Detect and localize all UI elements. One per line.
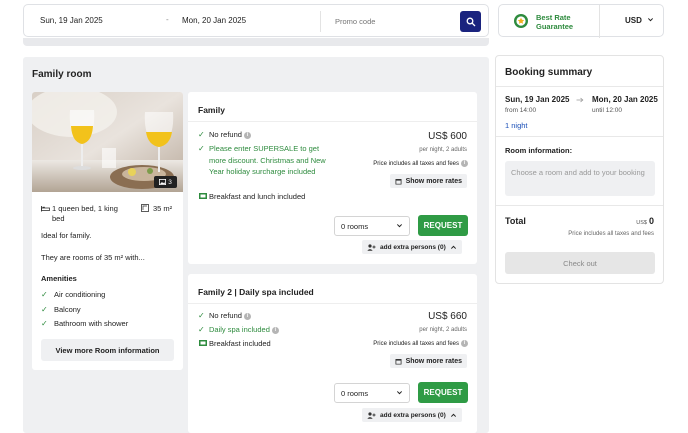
total-taxes-note: Price includes all taxes and fees [568,231,654,237]
rooms-select[interactable]: 0 rooms [334,383,410,403]
add-extra-persons-button[interactable]: add extra persons (0) [362,408,462,422]
search-button[interactable] [460,11,481,32]
room-info-placeholder: Choose a room and add to your booking [505,161,655,196]
add-person-icon [367,243,376,251]
rooms-select[interactable]: 0 rooms [334,216,410,236]
info-icon[interactable]: i [461,160,468,167]
info-icon[interactable]: i [271,326,279,334]
promo-note: ✓ Daily spa included i [198,324,328,336]
price-taxes-note: Price includes all taxes and fees i [373,340,468,347]
room-ideal: Ideal for family. [41,231,92,240]
request-button[interactable]: REQUEST [418,382,468,403]
calendar-icon [395,358,402,364]
summary-checkin-date: Sun, 19 Jan 2025 [505,95,570,104]
divider [599,5,600,38]
rate-card-family-2: Family 2 | Daily spa included ✓ No refun… [188,274,477,433]
summary-checkout-date: Mon, 20 Jan 2025 [592,95,658,104]
meal-icon [199,193,207,199]
check-icon: ✓ [41,319,48,328]
divider [188,121,477,122]
rate-price: US$ 660 [428,311,467,322]
image-icon [159,179,167,185]
rate-card-family: Family ✓ No refund i ✓ Please enter SUPER… [188,92,477,264]
add-person-icon [367,411,376,419]
chevron-down-icon[interactable] [647,16,654,23]
amenity-item: ✓ Balcony [41,305,81,314]
best-rate-text: Best Rate Guarantee [536,13,574,31]
divider [188,303,477,304]
chevron-down-icon [396,391,403,395]
best-rate-badge-icon [513,13,529,34]
rate-title: Family 2 | Daily spa included [198,287,314,297]
price-taxes-note: Price includes all taxes and fees i [373,160,468,167]
gallery-count: 3 [168,178,172,186]
view-more-room-info-button[interactable]: View more Room information [41,339,174,361]
currency-selector[interactable]: USD [625,16,642,25]
checkin-date[interactable]: Sun, 19 Jan 2025 [40,16,103,25]
booking-summary: Booking summary Sun, 19 Jan 2025 from 14… [495,55,664,284]
search-icon [466,17,475,26]
no-refund-policy: ✓ No refund i [198,310,328,322]
check-icon: ✓ [198,325,205,334]
info-icon[interactable]: i [243,131,251,139]
room-description: They are rooms of 35 m² with... [41,253,145,262]
gallery-button[interactable]: 3 [154,176,177,188]
chevron-up-icon [450,413,456,417]
meal-icon [199,340,207,346]
amenities-title: Amenities [41,274,77,283]
chevron-up-icon [450,245,456,249]
chevron-down-icon [396,224,403,228]
divider [496,86,663,87]
show-more-rates-button[interactable]: Show more rates [389,354,467,368]
divider [496,205,663,206]
rate-title: Family [198,105,225,115]
date-separator: - [166,15,169,24]
checkout-button[interactable]: Check out [505,252,655,274]
info-icon[interactable]: i [243,312,251,320]
bed-icon [41,206,50,212]
check-icon: ✓ [41,290,48,299]
summary-checkin-time: from 14:00 [505,107,537,114]
summary-checkout-time: until 12:00 [592,107,622,114]
room-info-label: Room information: [505,146,573,155]
amenity-item: ✓ Bathroom with shower [41,319,129,328]
check-icon: ✓ [198,130,205,139]
room-section-title: Family room [32,69,92,80]
meal-plan: Breakfast and lunch included [198,191,338,203]
checkout-date[interactable]: Mon, 20 Jan 2025 [182,16,246,25]
request-button[interactable]: REQUEST [418,215,468,236]
rate-price: US$ 600 [428,131,467,142]
price-per-night: per night, 2 adults [419,327,467,333]
divider [496,136,663,137]
info-icon[interactable]: i [461,340,468,347]
search-bar-shadow [23,38,489,46]
calendar-icon [395,178,402,184]
show-more-rates-button[interactable]: Show more rates [389,174,467,188]
check-icon: ✓ [198,311,205,320]
promo-note: ✓ Please enter SUPERSALE to get more dis… [198,144,326,176]
amenity-item: ✓ Air conditioning [41,290,106,299]
room-size-icon [141,204,149,212]
meal-plan: Breakfast included [198,338,338,350]
rate-currency-bar: Best Rate Guarantee USD [498,4,664,38]
no-refund-policy: ✓ No refund i [198,129,328,141]
booking-summary-title: Booking summary [505,67,593,78]
arrow-right-icon [576,97,584,103]
total-label: Total [505,216,526,226]
check-icon: ✓ [198,144,205,153]
promo-code-input[interactable] [321,14,451,28]
bed-info: 1 queen bed, 1 king bed [52,204,118,223]
room-size: 35 m² [153,204,173,213]
search-bar: Sun, 19 Jan 2025 - Mon, 20 Jan 2025 [23,4,489,37]
check-icon: ✓ [41,305,48,314]
room-info-card: 3 1 queen bed, 1 king bed 35 m² Ideal fo… [32,92,183,370]
nights-count: 1 night [505,121,528,130]
price-per-night: per night, 2 adults [419,147,467,153]
add-extra-persons-button[interactable]: add extra persons (0) [362,240,462,254]
total-amount: US$ 0 [636,216,654,226]
